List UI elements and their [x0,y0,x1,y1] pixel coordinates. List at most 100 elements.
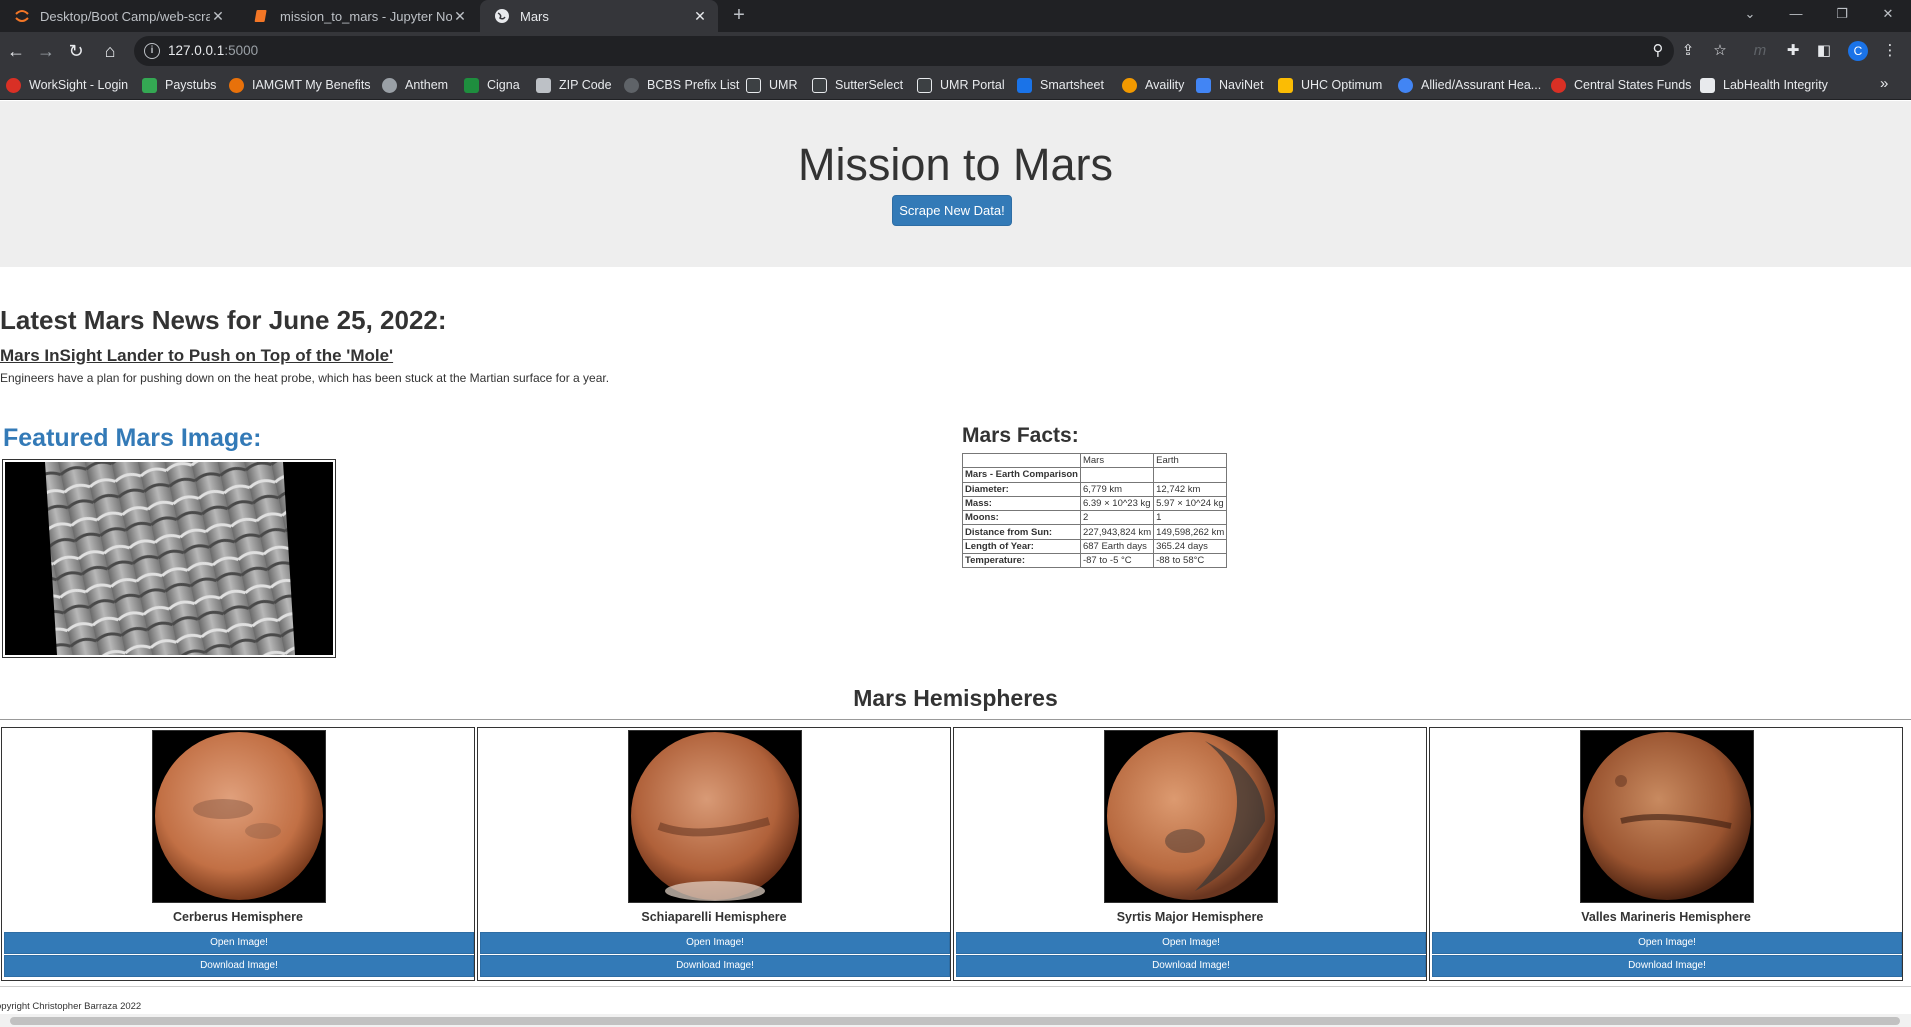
table-header: Earth [1153,452,1228,469]
news-title: Mars InSight Lander to Push on Top of th… [0,346,394,365]
back-arrow-icon[interactable]: ← [2,37,30,65]
hemisphere-image [628,730,802,903]
featured-image-heading: Featured Mars Image: [3,424,262,452]
extensions-puzzle-icon[interactable]: ✚ [1783,41,1803,61]
table-cell: Mars - Earth Comparison [962,467,1081,483]
bookmark-star-icon[interactable]: ☆ [1710,41,1730,61]
bookmark-navinet[interactable]: NaviNet [1196,70,1263,100]
table-cell: 6.39 × 10^23 kg [1079,495,1155,512]
cigna-icon [464,77,479,93]
tab-jupyter-notebook[interactable]: mission_to_mars - Jupyter Noteb ✕ [240,0,478,32]
news-heading: Latest Mars News for June 25, 2022: [0,305,447,335]
side-panel-icon[interactable]: ◧ [1814,41,1834,61]
copyright-text: opyright Christopher Barraza 2022 [0,1001,142,1012]
umr-portal-icon [917,77,932,93]
zoom-icon[interactable]: ⚲ [1648,41,1668,61]
availity-icon [1122,77,1137,93]
restore-icon[interactable]: ❐ [1822,0,1862,32]
bookmark-umr[interactable]: UMR [746,70,797,100]
bookmark-cigna[interactable]: Cigna [464,70,520,100]
download-image-button[interactable]: Download Image! [480,955,950,977]
hemisphere-card-valles-marineris: Valles Marineris Hemisphere Open Image! … [1429,727,1903,981]
table-cell: 227,943,824 km [1079,524,1155,540]
profile-avatar[interactable]: C [1848,41,1868,61]
hemisphere-card-cerberus: Cerberus Hemisphere Open Image! Download… [1,727,475,981]
download-image-button[interactable]: Download Image! [4,955,474,977]
tab-title: Mars [520,8,549,24]
table-cell: Temperature: [962,553,1081,569]
mars-globe-graphic [1583,732,1751,900]
close-icon[interactable]: ✕ [210,8,226,25]
table-header: Mars [1079,452,1155,469]
table-cell: 1 [1153,510,1228,526]
open-image-button[interactable]: Open Image! [4,932,474,954]
table-header-row: Mars Earth [962,452,1228,469]
bookmark-paystubs[interactable]: Paystubs [142,70,216,100]
bookmark-bcbs[interactable]: BCBS Prefix List [624,70,739,100]
bookmark-anthem[interactable]: Anthem [382,70,448,100]
tab-jupyter-files[interactable]: Desktop/Boot Camp/web-scrapin ✕ [0,0,236,32]
extension-m-icon[interactable]: m [1750,41,1770,61]
hemisphere-image [152,730,326,903]
hemisphere-card-syrtis-major: Syrtis Major Hemisphere Open Image! Down… [953,727,1427,981]
featured-image-picture [5,462,333,655]
download-image-button[interactable]: Download Image! [956,955,1426,977]
bookmark-availity[interactable]: Availity [1122,70,1184,100]
open-image-button[interactable]: Open Image! [480,932,950,954]
open-image-button[interactable]: Open Image! [956,932,1426,954]
address-bar[interactable]: i 127.0.0.1:5000 [134,36,1674,66]
bookmark-smartsheet[interactable]: Smartsheet [1017,70,1104,100]
share-icon[interactable]: ⇪ [1678,41,1698,61]
hemisphere-image [1104,730,1278,903]
notebook-icon [254,8,270,24]
table-cell: -88 to 58°C [1153,553,1228,569]
heart-icon [1551,77,1566,93]
hemisphere-title: Valles Marineris Hemisphere [1581,910,1751,924]
table-row: Length of Year: 687 Earth days 365.24 da… [962,538,1228,555]
iamgmt-icon [229,77,244,93]
menu-kebab-icon[interactable]: ⋮ [1880,41,1900,61]
bookmark-uhc-optimum[interactable]: UHC Optimum [1278,70,1382,100]
close-icon[interactable]: ✕ [692,8,708,25]
open-image-button[interactable]: Open Image! [1432,932,1902,954]
bookmark-central-states[interactable]: Central States Funds [1551,70,1691,100]
navinet-icon [1196,77,1211,93]
table-cell: 6,779 km [1079,481,1155,497]
tab-title: mission_to_mars - Jupyter Noteb [280,8,452,24]
site-info-icon[interactable]: i [144,43,160,59]
home-icon[interactable]: ⌂ [96,37,124,65]
tab-mars[interactable]: Mars ✕ [480,0,718,32]
table-cell: Distance from Sun: [962,524,1081,540]
page-content: Mission to Mars Scrape New Data! Latest … [0,101,1911,1027]
forward-arrow-icon[interactable]: → [32,37,60,65]
tab-search-chevron-icon[interactable]: ⌄ [1730,0,1770,32]
horizontal-scrollbar[interactable] [0,1014,1911,1027]
bookmark-sutterselect[interactable]: SutterSelect [812,70,903,100]
page-title: Mission to Mars [797,139,1114,190]
table-row: Temperature: -87 to -5 °C -88 to 58°C [962,553,1228,569]
news-teaser: Engineers have a plan for pushing down o… [0,371,610,385]
window-close-icon[interactable]: ✕ [1868,0,1908,32]
bookmark-allied-assurant[interactable]: Allied/Assurant Hea... [1398,70,1541,100]
bookmark-umr-portal[interactable]: UMR Portal [917,70,1005,100]
hemisphere-image [1580,730,1754,903]
jumbotron: Mission to Mars Scrape New Data! [0,101,1911,267]
bookmark-zip-code[interactable]: ZIP Code [536,70,612,100]
bookmark-iamgmt[interactable]: IAMGMT My Benefits [229,70,371,100]
download-image-button[interactable]: Download Image! [1432,955,1902,977]
reload-icon[interactable]: ↻ [62,37,90,65]
scrollbar-thumb[interactable] [10,1017,1900,1025]
close-icon[interactable]: ✕ [452,8,468,25]
minimize-icon[interactable]: — [1776,0,1816,32]
bookmark-labhealth[interactable]: LabHealth Integrity [1700,70,1828,100]
new-tab-plus-icon[interactable]: + [726,4,752,28]
smartsheet-icon [1017,77,1032,93]
featured-image-graphic [45,462,295,655]
jupyter-icon [14,8,30,24]
bookmarks-overflow-chevron-icon[interactable]: » [1880,75,1888,92]
bookmark-worksight[interactable]: WorkSight - Login [6,70,128,100]
table-row: Diameter: 6,779 km 12,742 km [962,481,1228,497]
bookmarks-bar: WorkSight - Login Paystubs IAMGMT My Ben… [0,70,1911,100]
table-cell: -87 to -5 °C [1079,553,1155,569]
scrape-button[interactable]: Scrape New Data! [892,195,1012,226]
